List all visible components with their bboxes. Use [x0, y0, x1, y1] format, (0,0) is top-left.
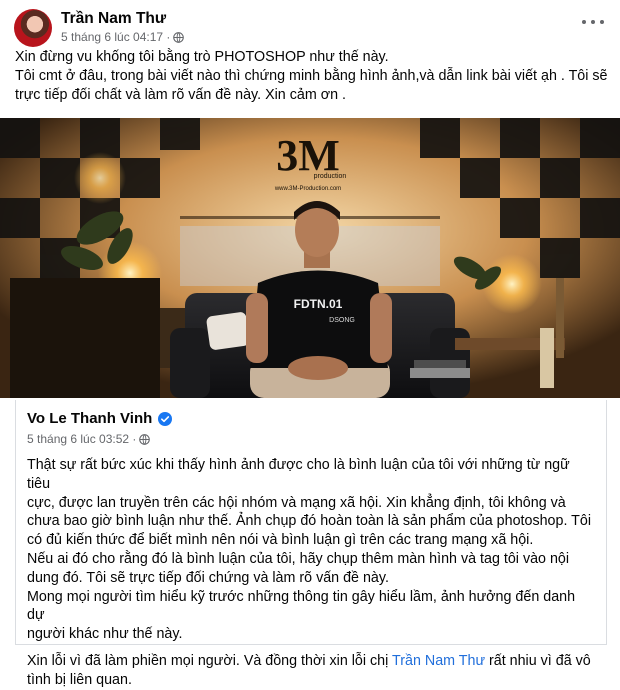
post-line: Tôi cmt ở đâu, trong bài viết nào thì ch… — [15, 68, 608, 84]
shared-line: người khác như thế này. — [27, 626, 183, 643]
post-header: Trần Nam Thư 5 tháng 6 lúc 04:17 · — [14, 9, 610, 49]
shared-body: Thật sự rất bức xúc khi thấy hình ảnh đư… — [27, 456, 596, 690]
logo-url: www.3M-Production.com — [274, 186, 341, 192]
post-line: trực tiếp đối chất và làm rõ vấn đề này.… — [15, 87, 346, 103]
studio-scene-image: 3M production www.3M-Production.com FDTN… — [0, 118, 620, 398]
shared-line: cực, được lan truyền trên các hội nhóm v… — [27, 494, 566, 511]
more-options-icon[interactable] — [582, 15, 604, 29]
post-author-name[interactable]: Trần Nam Thư — [61, 10, 166, 28]
post-line: Xin đừng vu khống tôi bằng trò PHOTOSHOP… — [15, 49, 389, 65]
shared-line: Mong mọi người tìm hiểu kỹ trước những t… — [27, 588, 576, 624]
shared-line: có đủ kiến thức để biết mình nên nói và … — [27, 532, 534, 549]
shared-line: dung đó. Tôi sẽ trực tiếp đối chứng và l… — [27, 569, 389, 586]
apology-line: Xin lỗi vì đã làm phiền mọi người. Và đồ… — [27, 652, 596, 671]
shirt-print-small: DSONG — [329, 317, 355, 324]
apology-suffix: rất nhiu vì đã vô — [485, 652, 591, 669]
apology-prefix: Xin lỗi vì đã làm phiền mọi người. Và đồ… — [27, 652, 393, 669]
globe-icon — [173, 31, 185, 43]
shared-author-name[interactable]: Vo Le Thanh Vinh — [27, 410, 152, 427]
mention-link[interactable]: Trần Nam Thư — [392, 653, 485, 669]
author-avatar[interactable] — [14, 9, 52, 47]
shared-line: Thật sự rất bức xúc khi thấy hình ảnh đư… — [27, 457, 570, 492]
apology-line-2: tình bị liên quan. — [27, 671, 132, 688]
shared-timestamp[interactable]: 5 tháng 6 lúc 03:52 · — [27, 432, 136, 446]
logo-small: production — [314, 173, 347, 180]
shared-author-row: Vo Le Thanh Vinh — [27, 410, 173, 427]
post-body: Xin đừng vu khống tôi bằng trò PHOTOSHOP… — [15, 48, 608, 105]
shared-line: chưa bao giờ bình luận như thế. Ảnh chụp… — [27, 513, 592, 530]
post-meta: 5 tháng 6 lúc 04:17 · — [61, 30, 185, 44]
globe-icon — [139, 433, 151, 445]
shared-meta: 5 tháng 6 lúc 03:52 · — [27, 432, 151, 446]
shared-line: Nếu ai đó cho rằng đó là bình luận của t… — [27, 550, 570, 567]
post-timestamp[interactable]: 5 tháng 6 lúc 04:17 · — [61, 30, 170, 44]
post-photo[interactable]: 3M production www.3M-Production.com FDTN… — [0, 118, 620, 398]
shirt-print: FDTN.01 — [294, 297, 343, 311]
verified-badge-icon — [158, 411, 173, 426]
shared-post-card[interactable]: Vo Le Thanh Vinh 5 tháng 6 lúc 03:52 · T… — [15, 400, 607, 688]
